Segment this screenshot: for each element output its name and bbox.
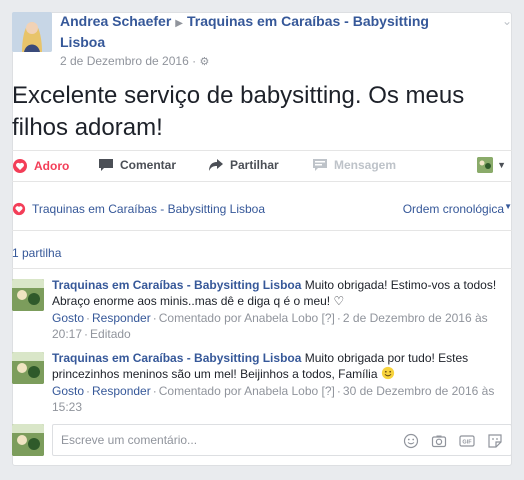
message-icon xyxy=(313,159,327,171)
comment-body: Traquinas em Caraíbas - Babysitting Lisb… xyxy=(52,277,512,342)
post-text: Excelente serviço de babysitting. Os meu… xyxy=(12,82,465,141)
share-label: Partilhar xyxy=(230,158,279,172)
comment-author[interactable]: Traquinas em Caraíbas - Babysitting Lisb… xyxy=(52,278,301,292)
comment-composer: Escreve um comentário... GIF xyxy=(12,422,512,456)
author-name-link[interactable]: Andrea Schaefer xyxy=(60,13,171,29)
love-button[interactable]: Adoro xyxy=(12,158,69,174)
post-date[interactable]: 2 de Dezembro de 2016 xyxy=(60,54,189,68)
chevron-down-icon[interactable]: ⌄ xyxy=(502,14,512,28)
comment-meta: Gosto · Responder · Comentado por Anabela Lo… xyxy=(52,311,488,341)
shares-count[interactable]: 1 partilha xyxy=(12,246,61,260)
share-button[interactable]: Partilhar xyxy=(208,158,279,172)
love-label: Adoro xyxy=(34,159,70,173)
edited-label[interactable]: Editado xyxy=(90,327,131,341)
message-label: Mensagem xyxy=(334,158,397,172)
composer-avatar xyxy=(12,424,44,456)
heart-icon xyxy=(13,159,27,173)
divider xyxy=(12,268,512,269)
comment-order-label: Ordem cronológica xyxy=(402,202,505,216)
emoji-icon[interactable] xyxy=(403,433,419,449)
share-as-selector[interactable]: ▼ xyxy=(477,157,506,173)
comment-input[interactable]: Escreve um comentário... GIF xyxy=(52,424,512,456)
comment-label: Comentar xyxy=(120,158,177,172)
share-icon xyxy=(209,159,223,171)
like-link[interactable]: Gosto xyxy=(52,311,84,325)
comment-icon xyxy=(99,159,113,171)
commenter-avatar[interactable] xyxy=(12,352,44,384)
commenter-avatar[interactable] xyxy=(12,279,44,311)
post-meta: 2 de Dezembro de 2016 · ⚙ xyxy=(60,54,210,68)
commented-by: Comentado por Anabela Lobo xyxy=(158,311,319,325)
commented-by: Comentado por Anabela Lobo xyxy=(158,384,319,398)
divider xyxy=(12,230,512,231)
comment-meta: Gosto · Responder · Comentado por Anabela Lo… xyxy=(52,384,495,414)
heart-icon xyxy=(12,202,26,216)
post-header: Andrea Schaefer ▶ Traquinas em Caraíbas - … xyxy=(12,12,512,72)
comment-body: Traquinas em Caraíbas - Babysitting Lisb… xyxy=(52,350,512,415)
caret-down-icon: ▼ xyxy=(504,202,512,211)
report-link[interactable]: [?] xyxy=(322,311,335,325)
post-names: Andrea Schaefer ▶ Traquinas em Caraíbas - … xyxy=(60,12,440,52)
gif-icon[interactable]: GIF xyxy=(459,433,475,449)
svg-text:GIF: GIF xyxy=(462,440,472,446)
report-link[interactable]: [?] xyxy=(322,384,335,398)
like-link[interactable]: Gosto xyxy=(52,384,84,398)
comment-button[interactable]: Comentar xyxy=(98,158,176,172)
caret-down-icon: ▼ xyxy=(497,160,506,170)
reaction-summary: Traquinas em Caraíbas - Babysitting Lisb… xyxy=(12,200,512,224)
action-bar: Adoro Comentar Partilhar Mensagem ▼ xyxy=(12,150,512,182)
reactor-name[interactable]: Traquinas em Caraíbas - Babysitting Lisb… xyxy=(32,202,265,216)
message-button: Mensagem xyxy=(312,158,396,172)
reply-link[interactable]: Responder xyxy=(92,311,151,325)
arrow-right-icon: ▶ xyxy=(175,18,183,29)
page-avatar-small xyxy=(477,157,494,173)
camera-icon[interactable] xyxy=(431,433,447,449)
reactors[interactable]: Traquinas em Caraíbas - Babysitting Lisb… xyxy=(12,202,265,216)
author-avatar[interactable] xyxy=(12,12,52,52)
smiley-emoji-icon xyxy=(381,366,394,380)
reply-link[interactable]: Responder xyxy=(92,384,151,398)
composer-icons: GIF xyxy=(403,433,503,449)
comment-input-placeholder: Escreve um comentário... xyxy=(61,433,198,447)
comment-author[interactable]: Traquinas em Caraíbas - Babysitting Lisb… xyxy=(52,351,301,365)
sticker-icon[interactable] xyxy=(487,433,503,449)
comment-order-dropdown[interactable]: Ordem cronológica▼ xyxy=(403,202,512,216)
gear-icon[interactable]: ⚙ xyxy=(199,56,209,68)
